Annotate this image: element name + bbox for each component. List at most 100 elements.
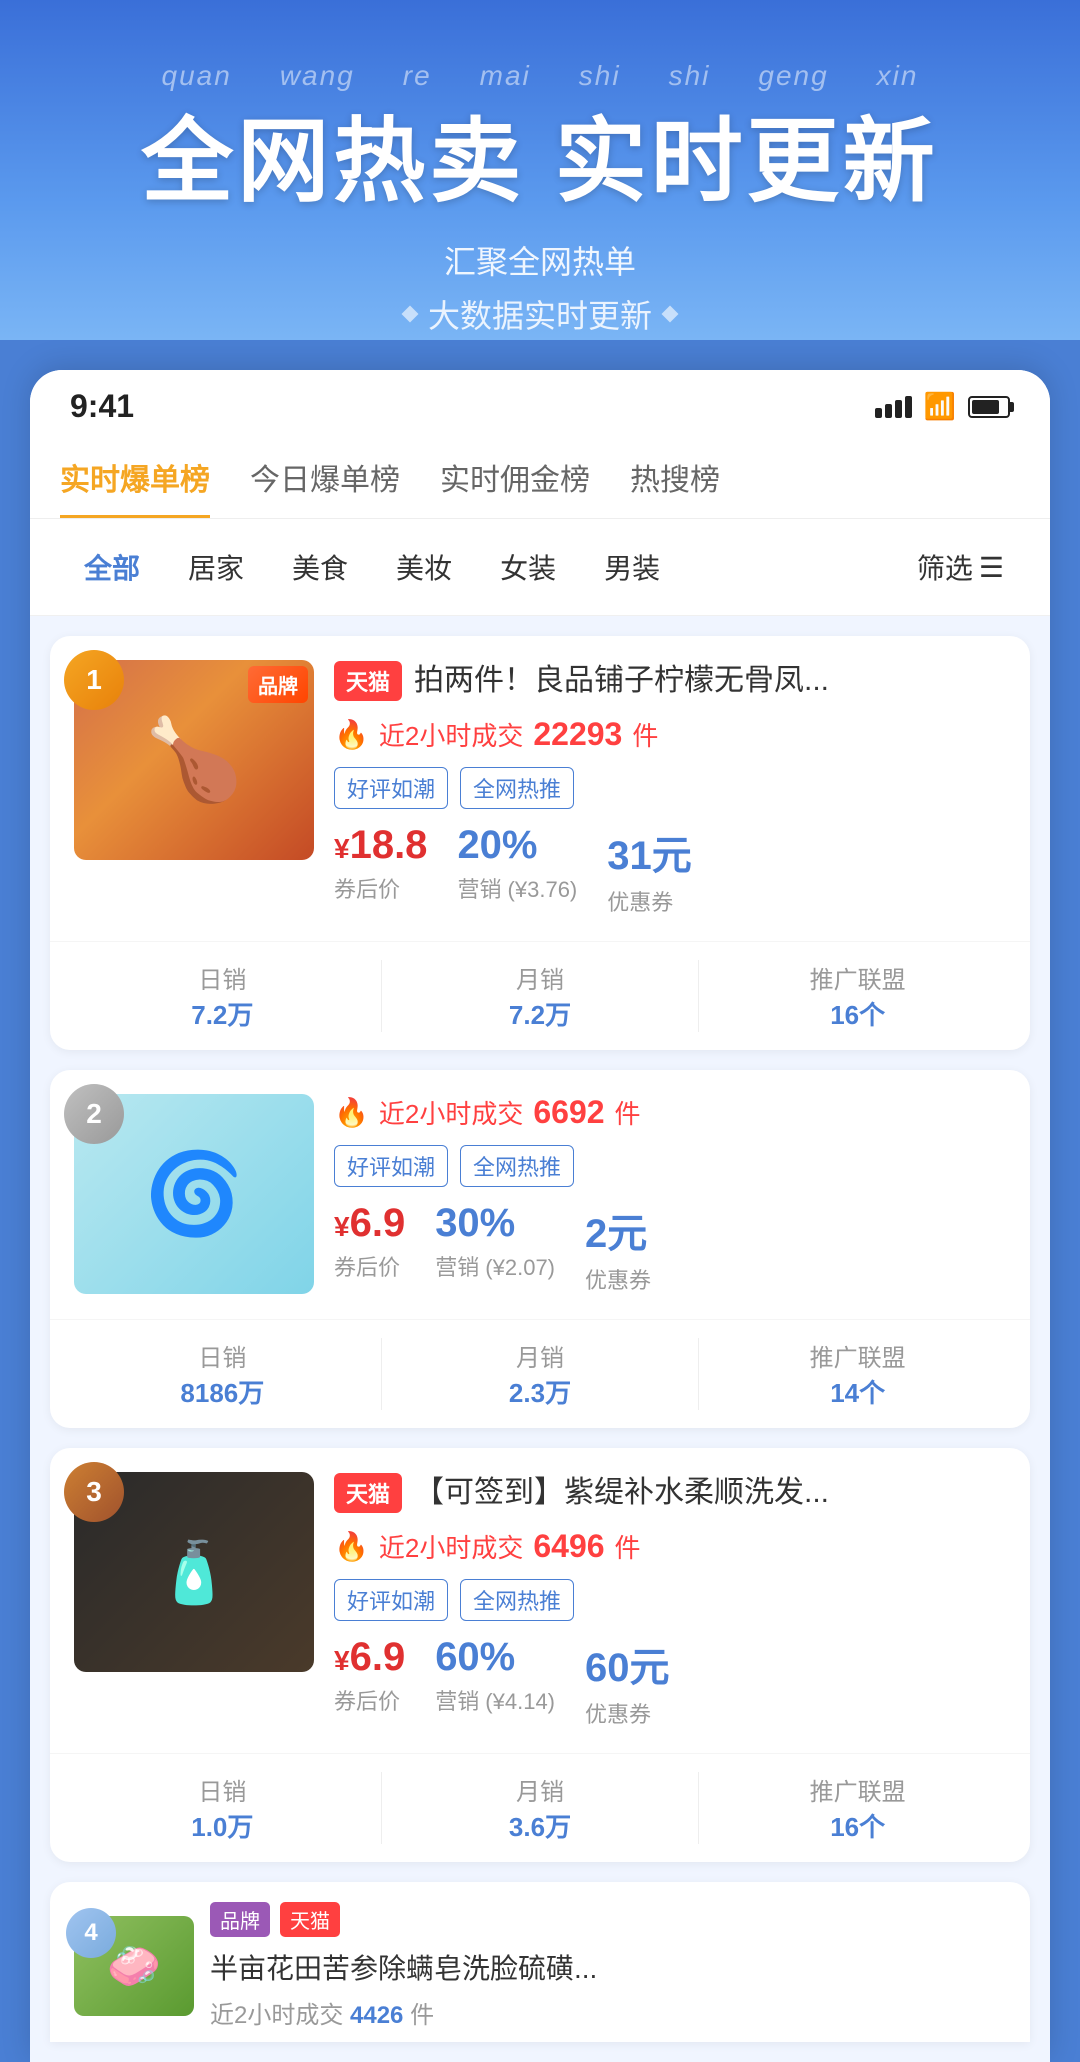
status-icons: 📶 <box>875 391 1010 422</box>
card-main-1: 1 品牌 🍗 天猫 拍两件！良品铺子柠檬无骨凤... 🔥 近2小时成交 2229… <box>50 636 1030 941</box>
fire-icon-1: 🔥 <box>334 718 369 751</box>
cat-men[interactable]: 男装 <box>580 539 684 595</box>
tab-today[interactable]: 今日爆单榜 <box>250 455 400 518</box>
divider-1b <box>698 960 699 1032</box>
alliance-1: 推广联盟 16个 <box>709 960 1006 1032</box>
price-block-3: ¥6.9 券后价 <box>334 1635 405 1716</box>
rank-badge-2: 2 <box>64 1084 124 1144</box>
rank-badge-4: 4 <box>66 1908 116 1958</box>
price-label-2: 券后价 <box>334 1250 405 1282</box>
monthly-value-1: 7.2万 <box>509 995 571 1032</box>
price-row-3: ¥6.9 券后价 60% 营销 (¥4.14) 60元 优惠券 <box>334 1635 1006 1729</box>
daily-sales-3: 日销 1.0万 <box>74 1772 371 1844</box>
platform-row-3: 天猫 【可签到】紫缇补水柔顺洗发... <box>334 1472 1006 1514</box>
status-bar: 9:41 📶 <box>30 370 1050 435</box>
product-card-2[interactable]: 2 🌀 🔥 近2小时成交 6692 件 好评如潮 全网热推 <box>50 1070 1030 1428</box>
pct-block-2: 30% 营销 (¥2.07) <box>435 1201 555 1282</box>
hero-pinyin: quan wang re mai shi shi geng xin <box>40 60 1040 92</box>
alliance-2: 推广联盟 14个 <box>709 1338 1006 1410</box>
cat-home[interactable]: 居家 <box>164 539 268 595</box>
card-info-2: 🔥 近2小时成交 6692 件 好评如潮 全网热推 ¥6.9 券后价 <box>334 1094 1006 1295</box>
card-main-4: 4 🧼 品牌 天猫 半亩花田苦参除螨皂洗脸硫磺... 近2小时成交 4426 件 <box>50 1882 1030 2042</box>
coupon-sub-3: 优惠券 <box>585 1697 670 1729</box>
pct-main-2: 30% <box>435 1201 555 1246</box>
product-card-3[interactable]: 3 🧴 天猫 【可签到】紫缇补水柔顺洗发... 🔥 近2小时成交 6496 件 <box>50 1448 1030 1862</box>
daily-label-2: 日销 <box>198 1338 246 1373</box>
filter-label: 筛选 <box>917 547 973 587</box>
partial-info-4: 品牌 天猫 半亩花田苦参除螨皂洗脸硫磺... 近2小时成交 4426 件 <box>210 1902 1006 2030</box>
sales-hot-2: 近2小时成交 <box>379 1094 523 1131</box>
platform-row-1: 天猫 拍两件！良品铺子柠檬无骨凤... <box>334 660 1006 702</box>
tag-hot-recommend-3: 全网热推 <box>460 1579 574 1621</box>
tab-commission[interactable]: 实时佣金榜 <box>440 455 590 518</box>
cat-women[interactable]: 女装 <box>476 539 580 595</box>
tag-good-review-1: 好评如潮 <box>334 767 448 809</box>
diamond-icon-left <box>401 306 418 323</box>
tag-row-1: 好评如潮 全网热推 <box>334 767 1006 809</box>
pct-main-1: 20% <box>457 823 577 868</box>
coupon-block-2: 2元 优惠券 <box>585 1201 651 1295</box>
sales-count-2: 6692 <box>533 1094 604 1131</box>
daily-label-1: 日销 <box>198 960 246 995</box>
tag-hot-recommend-1: 全网热推 <box>460 767 574 809</box>
sales-unit-2: 件 <box>615 1094 641 1131</box>
alliance-label-1: 推广联盟 <box>810 960 906 995</box>
phone-mockup: 9:41 📶 实时爆单榜 今日爆单榜 实时佣金榜 热搜榜 全部 居家 美食 美妆… <box>30 370 1050 2062</box>
card-img-wrap-3: 3 🧴 <box>74 1472 314 1729</box>
tag-hot-recommend-2: 全网热推 <box>460 1145 574 1187</box>
monthly-value-3: 3.6万 <box>509 1807 571 1844</box>
coupon-block-1: 31元 优惠券 <box>607 823 692 917</box>
product-name-4: 半亩花田苦参除螨皂洗脸硫磺... <box>210 1947 1006 1987</box>
pct-sub-3: 营销 (¥4.14) <box>435 1684 555 1716</box>
monthly-sales-1: 月销 7.2万 <box>392 960 689 1032</box>
battery-icon <box>968 396 1010 418</box>
card-img-wrap-2: 2 🌀 <box>74 1094 314 1295</box>
tab-hot[interactable]: 热搜榜 <box>630 455 720 518</box>
sales-count-3: 6496 <box>533 1528 604 1565</box>
price-main-3: ¥6.9 <box>334 1635 405 1680</box>
cat-food[interactable]: 美食 <box>268 539 372 595</box>
divider-3a <box>381 1772 382 1844</box>
divider-3b <box>698 1772 699 1844</box>
rank-badge-3: 3 <box>64 1462 124 1522</box>
product-card-1[interactable]: 1 品牌 🍗 天猫 拍两件！良品铺子柠檬无骨凤... 🔥 近2小时成交 2229… <box>50 636 1030 1050</box>
card-main-3: 3 🧴 天猫 【可签到】紫缇补水柔顺洗发... 🔥 近2小时成交 6496 件 <box>50 1448 1030 1753</box>
product-list: 1 品牌 🍗 天猫 拍两件！良品铺子柠檬无骨凤... 🔥 近2小时成交 2229… <box>30 616 1050 2062</box>
monthly-label-3: 月销 <box>516 1772 564 1807</box>
product-card-4[interactable]: 4 🧼 品牌 天猫 半亩花田苦参除螨皂洗脸硫磺... 近2小时成交 4426 件 <box>50 1882 1030 2042</box>
filter-button[interactable]: 筛选 ☰ <box>901 539 1020 595</box>
tag-row-2: 好评如潮 全网热推 <box>334 1145 1006 1187</box>
hero-subtitle2-text: 大数据实时更新 <box>428 291 652 337</box>
daily-sales-2: 日销 8186万 <box>74 1338 371 1410</box>
sales-row-3: 🔥 近2小时成交 6496 件 <box>334 1528 1006 1565</box>
rank-badge-1: 1 <box>64 650 124 710</box>
product-name-1: 拍两件！良品铺子柠檬无骨凤... <box>414 660 829 702</box>
sales-unit-3: 件 <box>615 1528 641 1565</box>
daily-value-3: 1.0万 <box>191 1807 253 1844</box>
card-img-wrap-4: 4 🧼 <box>74 1916 194 2016</box>
divider-2a <box>381 1338 382 1410</box>
cat-beauty[interactable]: 美妆 <box>372 539 476 595</box>
platform-badge-1: 天猫 <box>334 661 402 701</box>
alliance-value-3: 16个 <box>830 1807 885 1844</box>
tag-good-review-3: 好评如潮 <box>334 1579 448 1621</box>
fire-icon-3: 🔥 <box>334 1530 369 1563</box>
tab-realtime[interactable]: 实时爆单榜 <box>60 455 210 518</box>
hero-subtitle2: 大数据实时更新 <box>40 291 1040 337</box>
filter-icon: ☰ <box>979 551 1004 584</box>
price-main-1: ¥18.8 <box>334 823 427 868</box>
cat-all[interactable]: 全部 <box>60 539 164 595</box>
tag-row-3: 好评如潮 全网热推 <box>334 1579 1006 1621</box>
sales-unit-1: 件 <box>632 716 658 753</box>
sales-count-1: 22293 <box>533 716 622 753</box>
partial-sales-4: 近2小时成交 4426 件 <box>210 1995 1006 2030</box>
diamond-icon-right <box>662 306 679 323</box>
pct-block-1: 20% 营销 (¥3.76) <box>457 823 577 904</box>
coupon-main-3: 60元 <box>585 1635 670 1693</box>
divider-2b <box>698 1338 699 1410</box>
hero-title: 全网热卖 实时更新 <box>40 112 1040 213</box>
monthly-value-2: 2.3万 <box>509 1373 571 1410</box>
daily-sales-1: 日销 7.2万 <box>74 960 371 1032</box>
monthly-label-1: 月销 <box>516 960 564 995</box>
alliance-label-2: 推广联盟 <box>810 1338 906 1373</box>
